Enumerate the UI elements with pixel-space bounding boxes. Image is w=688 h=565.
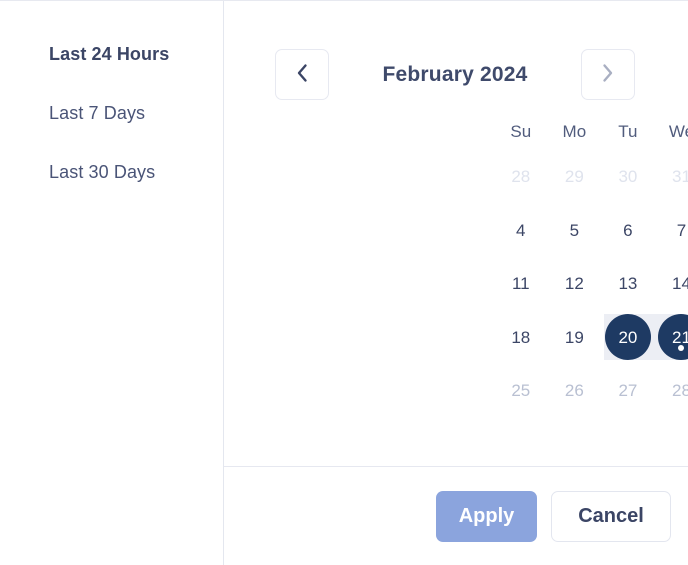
- day-number: 26: [564, 381, 584, 401]
- day-cell: 30: [601, 150, 655, 204]
- weekday-label-su: Su: [510, 122, 532, 141]
- day-number: 21: [672, 327, 688, 347]
- calendar-grid: SuMoTuWeThFrSa 2829303112345678910111213…: [494, 114, 688, 418]
- cancel-button[interactable]: Cancel: [551, 490, 671, 542]
- prev-month-button[interactable]: [275, 49, 329, 100]
- next-month-button[interactable]: [581, 49, 635, 100]
- calendar-week-row: 45678910: [494, 204, 688, 258]
- day-cell: 29: [548, 150, 602, 204]
- day-number: 29: [564, 167, 584, 187]
- calendar-weeks: 2829303112345678910111213141516171819202…: [494, 150, 688, 418]
- day-cell[interactable]: 11: [494, 257, 548, 311]
- day-number: 4: [516, 220, 526, 240]
- day-number: 28: [511, 167, 531, 187]
- preset-item-2[interactable]: Last 30 Days: [0, 157, 223, 187]
- day-cell: 28: [655, 364, 688, 418]
- calendar-week-row: 28293031123: [494, 150, 688, 204]
- day-cell: 28: [494, 150, 548, 204]
- calendar-area: February 2024 SuMoTuWeThFrSa 28293031123…: [224, 1, 688, 467]
- day-cell[interactable]: 18: [494, 311, 548, 365]
- chevron-left-icon: [294, 62, 310, 87]
- day-cell[interactable]: 21: [654, 311, 688, 365]
- apply-button[interactable]: Apply: [436, 490, 537, 542]
- day-number: 18: [511, 327, 531, 347]
- day-number: 7: [676, 220, 687, 240]
- day-cell: 26: [548, 364, 602, 418]
- day-number: 6: [623, 220, 633, 240]
- weekday-label-we: We: [668, 122, 688, 141]
- calendar-header: February 2024: [275, 49, 635, 100]
- day-cell[interactable]: 4: [494, 204, 548, 258]
- day-cell: 25: [494, 364, 548, 418]
- day-cell: 27: [601, 364, 655, 418]
- day-number: 5: [569, 220, 580, 240]
- day-cell[interactable]: 20: [601, 311, 655, 365]
- preset-sidebar: Last 24 Hours Last 7 Days Last 30 Days: [0, 1, 224, 565]
- day-number: 20: [618, 327, 638, 347]
- calendar-week-row: 11121314151617: [494, 257, 688, 311]
- day-cell[interactable]: 7: [655, 204, 688, 258]
- day-number: 12: [564, 274, 584, 294]
- day-number: 28: [672, 381, 688, 401]
- day-number: 27: [618, 381, 638, 401]
- day-number: 13: [618, 274, 638, 294]
- day-number: 14: [672, 274, 688, 294]
- day-number: 11: [511, 274, 530, 294]
- day-number: 30: [618, 167, 638, 187]
- weekday-label-tu: Tu: [618, 122, 638, 141]
- calendar-panel: February 2024 SuMoTuWeThFrSa 28293031123…: [224, 1, 688, 565]
- day-cell[interactable]: 19: [548, 311, 602, 365]
- day-cell: 31: [655, 150, 688, 204]
- calendar-week-row: 252627282912: [494, 364, 688, 418]
- chevron-right-icon: [600, 62, 616, 87]
- day-cell[interactable]: 13: [601, 257, 655, 311]
- day-cell[interactable]: 12: [548, 257, 602, 311]
- preset-item-0[interactable]: Last 24 Hours: [0, 39, 223, 69]
- day-number: 25: [511, 381, 531, 401]
- day-cell[interactable]: 6: [601, 204, 655, 258]
- date-range-picker: Last 24 Hours Last 7 Days Last 30 Days Feb…: [0, 0, 688, 565]
- day-cell[interactable]: 14: [655, 257, 688, 311]
- day-number: 31: [672, 167, 688, 187]
- calendar-week-row: 18192021222324: [494, 311, 688, 365]
- footer-actions: Apply Cancel: [224, 467, 688, 565]
- weekday-header-row: SuMoTuWeThFrSa: [494, 114, 688, 150]
- day-number: 19: [564, 327, 584, 347]
- preset-item-1[interactable]: Last 7 Days: [0, 98, 223, 128]
- day-cell[interactable]: 5: [548, 204, 602, 258]
- weekday-label-mo: Mo: [562, 122, 587, 141]
- month-year-label: February 2024: [382, 62, 528, 86]
